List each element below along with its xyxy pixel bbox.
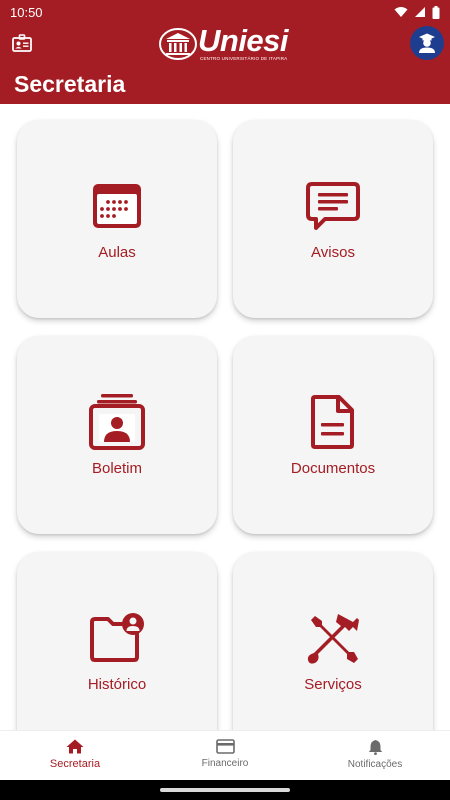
folder-user-icon	[90, 613, 144, 662]
nav-item-financeiro[interactable]: Financeiro	[150, 731, 300, 780]
battery-icon	[432, 5, 440, 19]
menu-card-aulas[interactable]: Aulas	[17, 120, 217, 318]
menu-card-label: Serviços	[304, 676, 362, 693]
nav-item-notificacoes[interactable]: Notificações	[300, 731, 450, 780]
bottom-nav: Secretaria Financeiro Notificações	[0, 730, 450, 780]
menu-card-label: Avisos	[311, 244, 355, 261]
menu-card-servicos[interactable]: Serviços	[233, 552, 433, 730]
bell-icon	[368, 740, 382, 755]
menu-card-label: Boletim	[91, 460, 143, 477]
nav-item-label: Notificações	[347, 759, 403, 770]
home-gesture-handle[interactable]	[160, 788, 290, 792]
app-bar: Uniesi CENTRO UNIVERSITÁRIO DE ITAPIRA	[0, 23, 450, 68]
wifi-icon	[394, 7, 408, 17]
menu-card-label: Histórico	[87, 676, 147, 693]
signal-icon	[415, 7, 425, 17]
logo-emblem-icon	[159, 28, 197, 60]
status-bar: 10:50	[0, 0, 450, 24]
page-title: Secretaria	[14, 71, 126, 97]
nav-item-label: Secretaria	[49, 758, 101, 770]
status-time: 10:50	[10, 4, 43, 20]
menu-card-label: Documentos	[290, 460, 376, 477]
uniesi-logo: Uniesi CENTRO UNIVERSITÁRIO DE ITAPIRA	[158, 23, 296, 64]
document-icon	[311, 395, 354, 449]
nav-item-label: Financeiro	[201, 758, 249, 769]
menu-card-label: Aulas	[98, 244, 136, 261]
report-card-icon	[89, 394, 145, 450]
tools-icon	[307, 614, 359, 664]
avatar[interactable]	[410, 26, 444, 60]
credit-card-icon	[215, 739, 235, 754]
menu-card-documentos[interactable]: Documentos	[233, 336, 433, 534]
home-icon	[66, 739, 84, 754]
system-gesture-bar	[0, 780, 450, 800]
id-card-icon[interactable]	[12, 34, 32, 52]
menu-card-boletim[interactable]: Boletim	[17, 336, 217, 534]
calendar-icon	[93, 184, 141, 228]
logo-subtitle: CENTRO UNIVERSITÁRIO DE ITAPIRA	[200, 56, 288, 61]
title-bar: Secretaria	[0, 68, 450, 104]
nav-item-secretaria[interactable]: Secretaria	[0, 731, 150, 780]
message-icon	[306, 182, 360, 230]
logo-text: Uniesi	[198, 23, 289, 58]
menu-card-avisos[interactable]: Avisos	[233, 120, 433, 318]
menu-grid: Aulas Avisos Boletim Documentos Históric…	[0, 104, 450, 730]
graduate-avatar-icon	[419, 33, 435, 53]
menu-card-historico[interactable]: Histórico	[17, 552, 217, 730]
